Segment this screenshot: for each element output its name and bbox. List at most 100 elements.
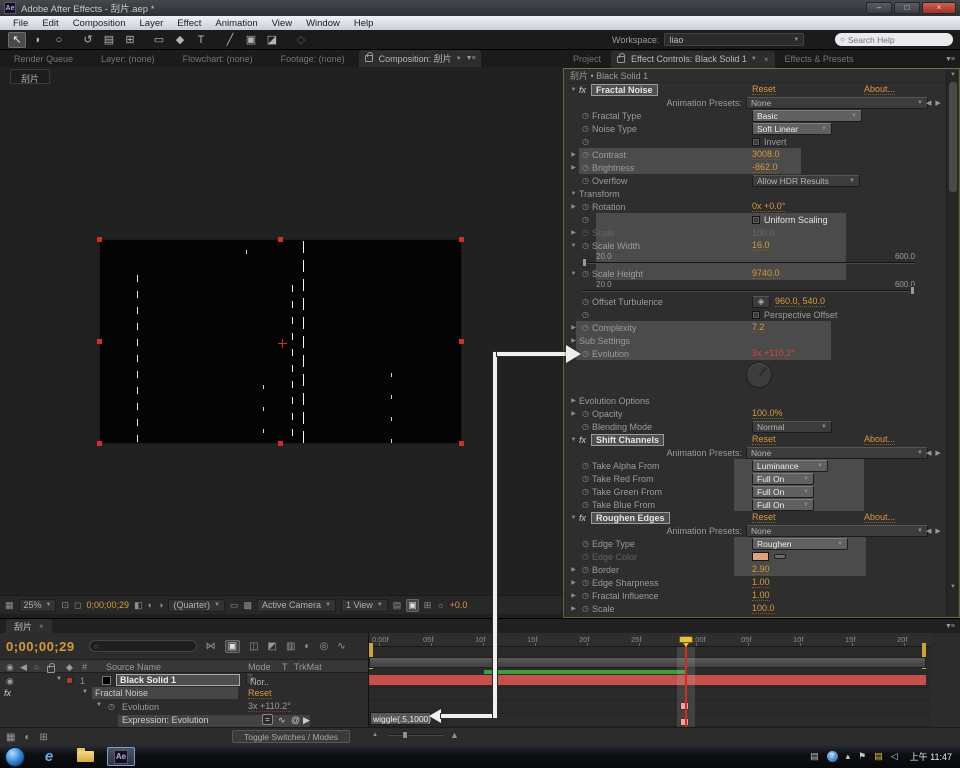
stopwatch-icon[interactable]: ◷ <box>579 137 592 146</box>
stopwatch-icon[interactable]: ◷ <box>579 111 592 120</box>
type-tool-icon[interactable]: T <box>192 32 210 48</box>
scale-height-slider[interactable]: 20.0 600.0 <box>564 280 959 295</box>
menu-window[interactable]: Window <box>299 18 347 29</box>
tab-effect-controls[interactable]: Effect Controls: Black Solid 1 ▼ × <box>611 51 775 68</box>
handle-top-center[interactable] <box>278 237 283 242</box>
twirl-right-icon[interactable]: ▶ <box>568 605 579 612</box>
eraser-tool-icon[interactable]: ◪ <box>263 32 281 48</box>
scale-width-slider[interactable]: 20.0 600.0 <box>564 252 959 267</box>
expression-graph-icon[interactable]: ∿ <box>278 715 286 726</box>
after-effects-taskbar-button[interactable]: Ae <box>107 747 135 766</box>
stopwatch-icon[interactable]: ◷ <box>579 604 592 613</box>
timeline-zoom-slider[interactable] <box>388 734 444 736</box>
next-preset-icon[interactable]: ▶ <box>935 449 940 457</box>
brainstorm-icon[interactable]: ◐ <box>304 641 310 652</box>
slider-handle[interactable] <box>582 258 587 267</box>
stopwatch-icon[interactable]: ◷ <box>579 578 592 587</box>
chevron-down-icon[interactable]: ▼ <box>456 56 462 62</box>
region-icon[interactable]: ▦ <box>5 600 14 611</box>
tab-layer[interactable]: Layer: (none) <box>87 52 169 66</box>
twirl-down-icon[interactable]: ▼ <box>568 87 579 93</box>
help-ball-icon[interactable]: ? <box>827 751 838 762</box>
effect-name[interactable]: Shift Channels <box>591 434 664 446</box>
stopwatch-icon[interactable]: ◷ <box>579 422 592 431</box>
channel-icon[interactable]: ◑ <box>158 600 163 610</box>
resolution-select[interactable]: (Quarter)▼ <box>168 599 224 612</box>
take-green-select[interactable]: Full On▼ <box>752 486 814 498</box>
evolution-value[interactable]: 3x +110.2° <box>752 348 795 359</box>
scroll-down-icon[interactable]: ▼ <box>947 582 959 592</box>
border-value[interactable]: 2.90 <box>752 564 770 575</box>
handle-top-left[interactable] <box>97 237 102 242</box>
effect-name[interactable]: Roughen Edges <box>591 512 670 524</box>
twirl-right-icon[interactable]: ▶ <box>568 579 579 586</box>
minimize-button[interactable]: – <box>866 2 892 14</box>
zoom-in-mountain-icon[interactable]: ▲ <box>450 730 459 740</box>
hide-shy-icon[interactable]: ◫ <box>249 641 258 652</box>
twirl-down-icon[interactable]: ▼ <box>96 702 102 708</box>
twirl-down-icon[interactable]: ▼ <box>56 676 62 682</box>
offset-point-button[interactable]: ◈ <box>752 296 770 308</box>
slider-handle[interactable] <box>910 286 915 295</box>
handle-bottom-center[interactable] <box>278 441 283 446</box>
rotation-tool-icon[interactable]: ↺ <box>79 32 97 48</box>
twirl-right-icon[interactable]: ▶ <box>568 410 579 417</box>
twirl-down-icon[interactable]: ▼ <box>82 689 88 695</box>
animation-presets-select[interactable]: None▼ <box>746 447 928 459</box>
effect-header-shift-channels[interactable]: ▼ fx Shift Channels Reset About... <box>564 433 959 446</box>
edge-sharpness-value[interactable]: 1.00 <box>752 577 770 588</box>
stopwatch-icon[interactable]: ◷ <box>579 297 592 306</box>
edge-type-select[interactable]: Roughen▼ <box>752 538 848 550</box>
uniform-scaling-checkbox[interactable] <box>752 216 760 224</box>
viewer-timecode[interactable]: 0;00;00;29 <box>87 600 130 610</box>
snapshot-icon[interactable]: ◧ <box>134 600 143 611</box>
network-flag-icon[interactable]: ⚑ <box>858 751 866 762</box>
blending-mode-select[interactable]: Normal▼ <box>752 421 832 433</box>
hand-tool-icon[interactable]: ◗ <box>29 32 47 48</box>
zoom-tool-icon[interactable]: ○ <box>50 32 68 48</box>
handle-bottom-right[interactable] <box>459 441 464 446</box>
timeline-effect-name[interactable]: Fractal Noise <box>92 687 238 699</box>
number-column[interactable]: # <box>82 662 87 672</box>
slider-track[interactable] <box>582 290 915 292</box>
pan-behind-tool-icon[interactable]: ⊞ <box>121 32 139 48</box>
layer-duration-bar[interactable] <box>369 675 926 685</box>
stopwatch-icon[interactable]: ◷ <box>579 323 592 332</box>
restore-button[interactable]: □ <box>894 2 920 14</box>
stopwatch-icon[interactable]: ◷ <box>579 539 592 548</box>
handle-mid-right[interactable] <box>459 339 464 344</box>
menu-file[interactable]: File <box>6 18 35 29</box>
fx-badge[interactable]: fx <box>579 85 591 95</box>
menu-edit[interactable]: Edit <box>35 18 65 29</box>
pen-tool-icon[interactable]: ◆ <box>171 32 189 48</box>
anchor-point-crosshair[interactable] <box>278 339 287 348</box>
toggle-switches-modes-button[interactable]: Toggle Switches / Modes <box>232 730 350 743</box>
safe-guides-icon[interactable]: ⊡ <box>61 600 69 611</box>
effect-controls-scrollbar[interactable]: ▼ ▼ <box>946 70 958 616</box>
expand-layers-icon[interactable]: ▦ <box>6 732 15 743</box>
timeline-tab[interactable]: 刮片 × <box>6 619 52 634</box>
twirl-down-icon[interactable]: ▼ <box>568 515 579 521</box>
show-hidden-icons[interactable]: ▴ <box>846 751 851 762</box>
about-link[interactable]: About... <box>864 84 895 95</box>
fractal-influence-value[interactable]: 1.00 <box>752 590 770 601</box>
prev-preset-icon[interactable]: ◀ <box>926 99 931 107</box>
stopwatch-icon[interactable]: ◷ <box>579 163 592 172</box>
tab-composition[interactable]: Composition: 刮片 ▼ ▼≡ <box>359 50 481 67</box>
stopwatch-icon[interactable]: ◷ <box>579 310 592 319</box>
group-row-sub-settings[interactable]: ▶ Sub Settings <box>564 334 959 347</box>
take-blue-select[interactable]: Full On▼ <box>752 499 814 511</box>
tab-effects-presets[interactable]: Effects & Presets <box>775 52 864 66</box>
mode-column[interactable]: Mode <box>248 662 271 672</box>
panel-menu-icon[interactable]: ▼≡ <box>945 56 954 63</box>
comp-flowchart-icon[interactable]: ▣ <box>406 599 419 612</box>
mini-flowchart-icon[interactable]: ⋈ <box>206 641 216 652</box>
puppet-pin-tool-icon[interactable]: ◇ <box>292 32 310 48</box>
layer-name[interactable]: Black Solid 1 <box>116 674 240 686</box>
stopwatch-icon[interactable]: ◷ <box>579 461 592 470</box>
stopwatch-icon[interactable]: ◷ <box>579 487 592 496</box>
twirl-down-icon[interactable]: ▼ <box>568 437 579 443</box>
shape-tool-icon[interactable]: ▭ <box>150 32 168 48</box>
scroll-up-icon[interactable]: ▼ <box>947 70 959 80</box>
rotation-value[interactable]: 0x +0.0° <box>752 201 785 212</box>
